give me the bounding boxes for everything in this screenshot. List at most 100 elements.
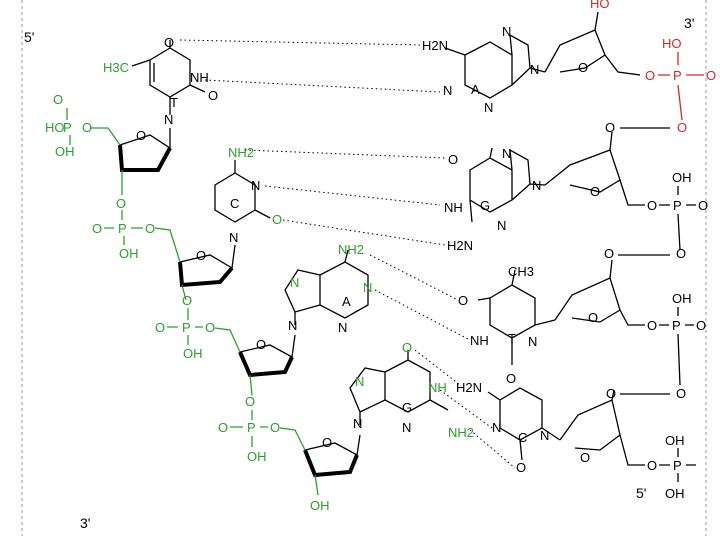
- atom-label: OH: [247, 449, 267, 464]
- base-letter-g: G: [480, 198, 490, 213]
- atom-label: O: [676, 246, 686, 261]
- atom-label: N: [164, 112, 173, 127]
- left-base-adenine: NH2 N N N N A: [284, 242, 372, 335]
- atom-label: N: [251, 178, 260, 193]
- atom-label: O: [647, 198, 657, 213]
- atom-label: O: [218, 420, 228, 435]
- atom-label: O: [182, 293, 192, 308]
- atom-label: O: [155, 320, 165, 335]
- atom-label: O: [196, 248, 206, 263]
- atom-label: N: [353, 416, 362, 431]
- right-sugar-4: O O: [559, 386, 670, 466]
- atom-label: O: [677, 120, 687, 135]
- structure-canvas: 5' 3' 3' 5' O NH O N H3C T O HO P O O OH…: [21, 0, 716, 536]
- atom-label: O: [588, 310, 598, 325]
- right-phosphate-2: OH P O O O: [647, 170, 708, 261]
- atom-label: O: [706, 68, 716, 83]
- atom-label: P: [673, 68, 682, 83]
- atom-label: N: [502, 24, 511, 39]
- atom-label: O: [590, 184, 600, 199]
- atom-label: P: [673, 198, 682, 213]
- atom-label: O: [256, 337, 266, 352]
- right-sugar-3: O O: [554, 246, 670, 326]
- atom-label: N: [290, 275, 299, 290]
- end-label-right-bottom: 5': [636, 485, 646, 501]
- atom-label: NH: [190, 70, 209, 85]
- atom-label: NH2: [448, 425, 474, 440]
- atom-label: O: [92, 221, 102, 236]
- end-label-right-top: 3': [684, 15, 694, 31]
- base-letter-c: C: [518, 430, 527, 445]
- atom-label: O: [605, 120, 615, 135]
- atom-label: N: [229, 230, 238, 245]
- atom-label: O: [604, 246, 614, 261]
- base-letter-a: A: [342, 294, 351, 309]
- right-phosphate-3: OH P O O O: [647, 291, 706, 401]
- atom-label: O: [53, 92, 63, 107]
- end-label-left-top: 5': [24, 29, 34, 45]
- atom-label: NH: [470, 333, 489, 348]
- atom-label: O: [402, 340, 412, 355]
- terminal-hydroxyl: OH: [310, 498, 330, 513]
- atom-label: N: [492, 420, 501, 435]
- atom-label: HO: [662, 36, 682, 51]
- atom-label: O: [205, 320, 215, 335]
- right-sugar-1: O HO: [544, 0, 641, 76]
- atom-label: O: [676, 386, 686, 401]
- atom-label: HO: [45, 120, 65, 135]
- atom-label: O: [270, 420, 280, 435]
- atom-label: P: [247, 420, 256, 435]
- atom-label: O: [516, 460, 526, 475]
- right-base-guanine: O N NH H2N N N G: [444, 146, 546, 253]
- atom-label: H3C: [103, 60, 129, 75]
- atom-label: P: [673, 458, 682, 473]
- base-letter-a: A: [471, 82, 480, 97]
- atom-label: O: [208, 88, 218, 103]
- left-sugar-4: O OH: [279, 427, 361, 513]
- left-phosphate-1: HO P O O OH: [45, 92, 92, 159]
- atom-label: N: [355, 374, 364, 389]
- right-base-adenine: H2N N N N N A: [422, 24, 546, 115]
- atom-label: O: [82, 120, 92, 135]
- atom-label: O: [145, 221, 155, 236]
- left-base-thymine: O NH O N H3C T: [103, 35, 218, 127]
- atom-label: O: [136, 128, 146, 143]
- atom-label: O: [606, 386, 616, 401]
- right-phosphate-1: HO P O O O: [645, 36, 716, 135]
- atom-label: NH2: [338, 242, 364, 257]
- base-letter-t: T: [170, 95, 178, 110]
- atom-label: O: [245, 394, 255, 409]
- atom-label: O: [322, 435, 332, 450]
- atom-label: OH: [672, 170, 692, 185]
- atom-label: O: [647, 458, 657, 473]
- base-letter-t: T: [508, 331, 516, 346]
- atom-label: N: [502, 146, 511, 161]
- atom-label: N: [338, 320, 347, 335]
- atom-label: O: [116, 196, 126, 211]
- left-phosphate-3: O O P O OH: [155, 293, 215, 361]
- atom-label: O: [645, 68, 655, 83]
- atom-label: N: [484, 100, 493, 115]
- atom-label: O: [458, 293, 468, 308]
- atom-label: O: [696, 318, 706, 333]
- atom-label: OH: [119, 246, 139, 261]
- left-sugar-2: O: [154, 227, 236, 301]
- atom-label: OH: [665, 486, 685, 501]
- atom-label: O: [647, 318, 657, 333]
- atom-label: N: [530, 62, 539, 77]
- atom-label: O: [580, 450, 590, 465]
- atom-label: H2N: [456, 380, 482, 395]
- atom-label: N: [363, 280, 372, 295]
- atom-label: NH2: [228, 145, 254, 160]
- atom-label: N: [497, 218, 506, 233]
- atom-label: O: [578, 60, 588, 75]
- left-sugar-1: O: [90, 127, 172, 195]
- right-sugar-2: O O: [544, 120, 670, 206]
- atom-label: O: [506, 371, 516, 386]
- atom-label: N: [402, 420, 411, 435]
- base-letter-g: G: [402, 400, 412, 415]
- atom-label: CH3: [508, 264, 534, 279]
- atom-label: H2N: [447, 238, 473, 253]
- atom-label: O: [698, 198, 708, 213]
- left-phosphate-2: O O P O OH: [92, 196, 155, 261]
